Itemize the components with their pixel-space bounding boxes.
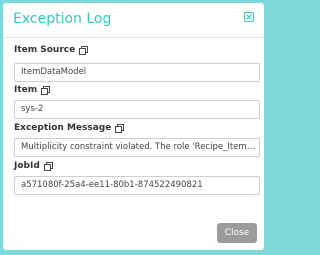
- jobid-label-text: JobId: [14, 161, 40, 171]
- item-source-label-text: Item Source: [14, 45, 76, 55]
- dialog-title: Exception Log: [13, 11, 112, 27]
- exception-message-label-text: Exception Message: [14, 123, 112, 133]
- copy-icon[interactable]: [79, 45, 89, 55]
- header-divider: [3, 37, 264, 38]
- item-label: Item: [14, 85, 51, 95]
- exception-message-field[interactable]: Multiplicity constraint violated. The ro…: [14, 138, 260, 157]
- item-label-text: Item: [14, 85, 38, 95]
- copy-icon[interactable]: [115, 123, 125, 133]
- jobid-field[interactable]: a571080f-25a4-ee11-80b1-874522490821: [14, 176, 260, 195]
- close-button[interactable]: Close: [217, 223, 257, 243]
- copy-icon[interactable]: [43, 161, 53, 171]
- exception-message-label: Exception Message: [14, 123, 125, 133]
- jobid-label: JobId: [14, 161, 53, 171]
- item-source-label: Item Source: [14, 45, 89, 55]
- item-source-field[interactable]: ItemDataModel: [14, 63, 260, 82]
- close-icon[interactable]: [244, 12, 254, 22]
- exception-log-dialog: Exception Log Item Source ItemDataModel …: [3, 3, 264, 250]
- copy-icon[interactable]: [41, 85, 51, 95]
- item-field[interactable]: sys-2: [14, 100, 260, 119]
- dialog-header: Exception Log: [3, 3, 264, 33]
